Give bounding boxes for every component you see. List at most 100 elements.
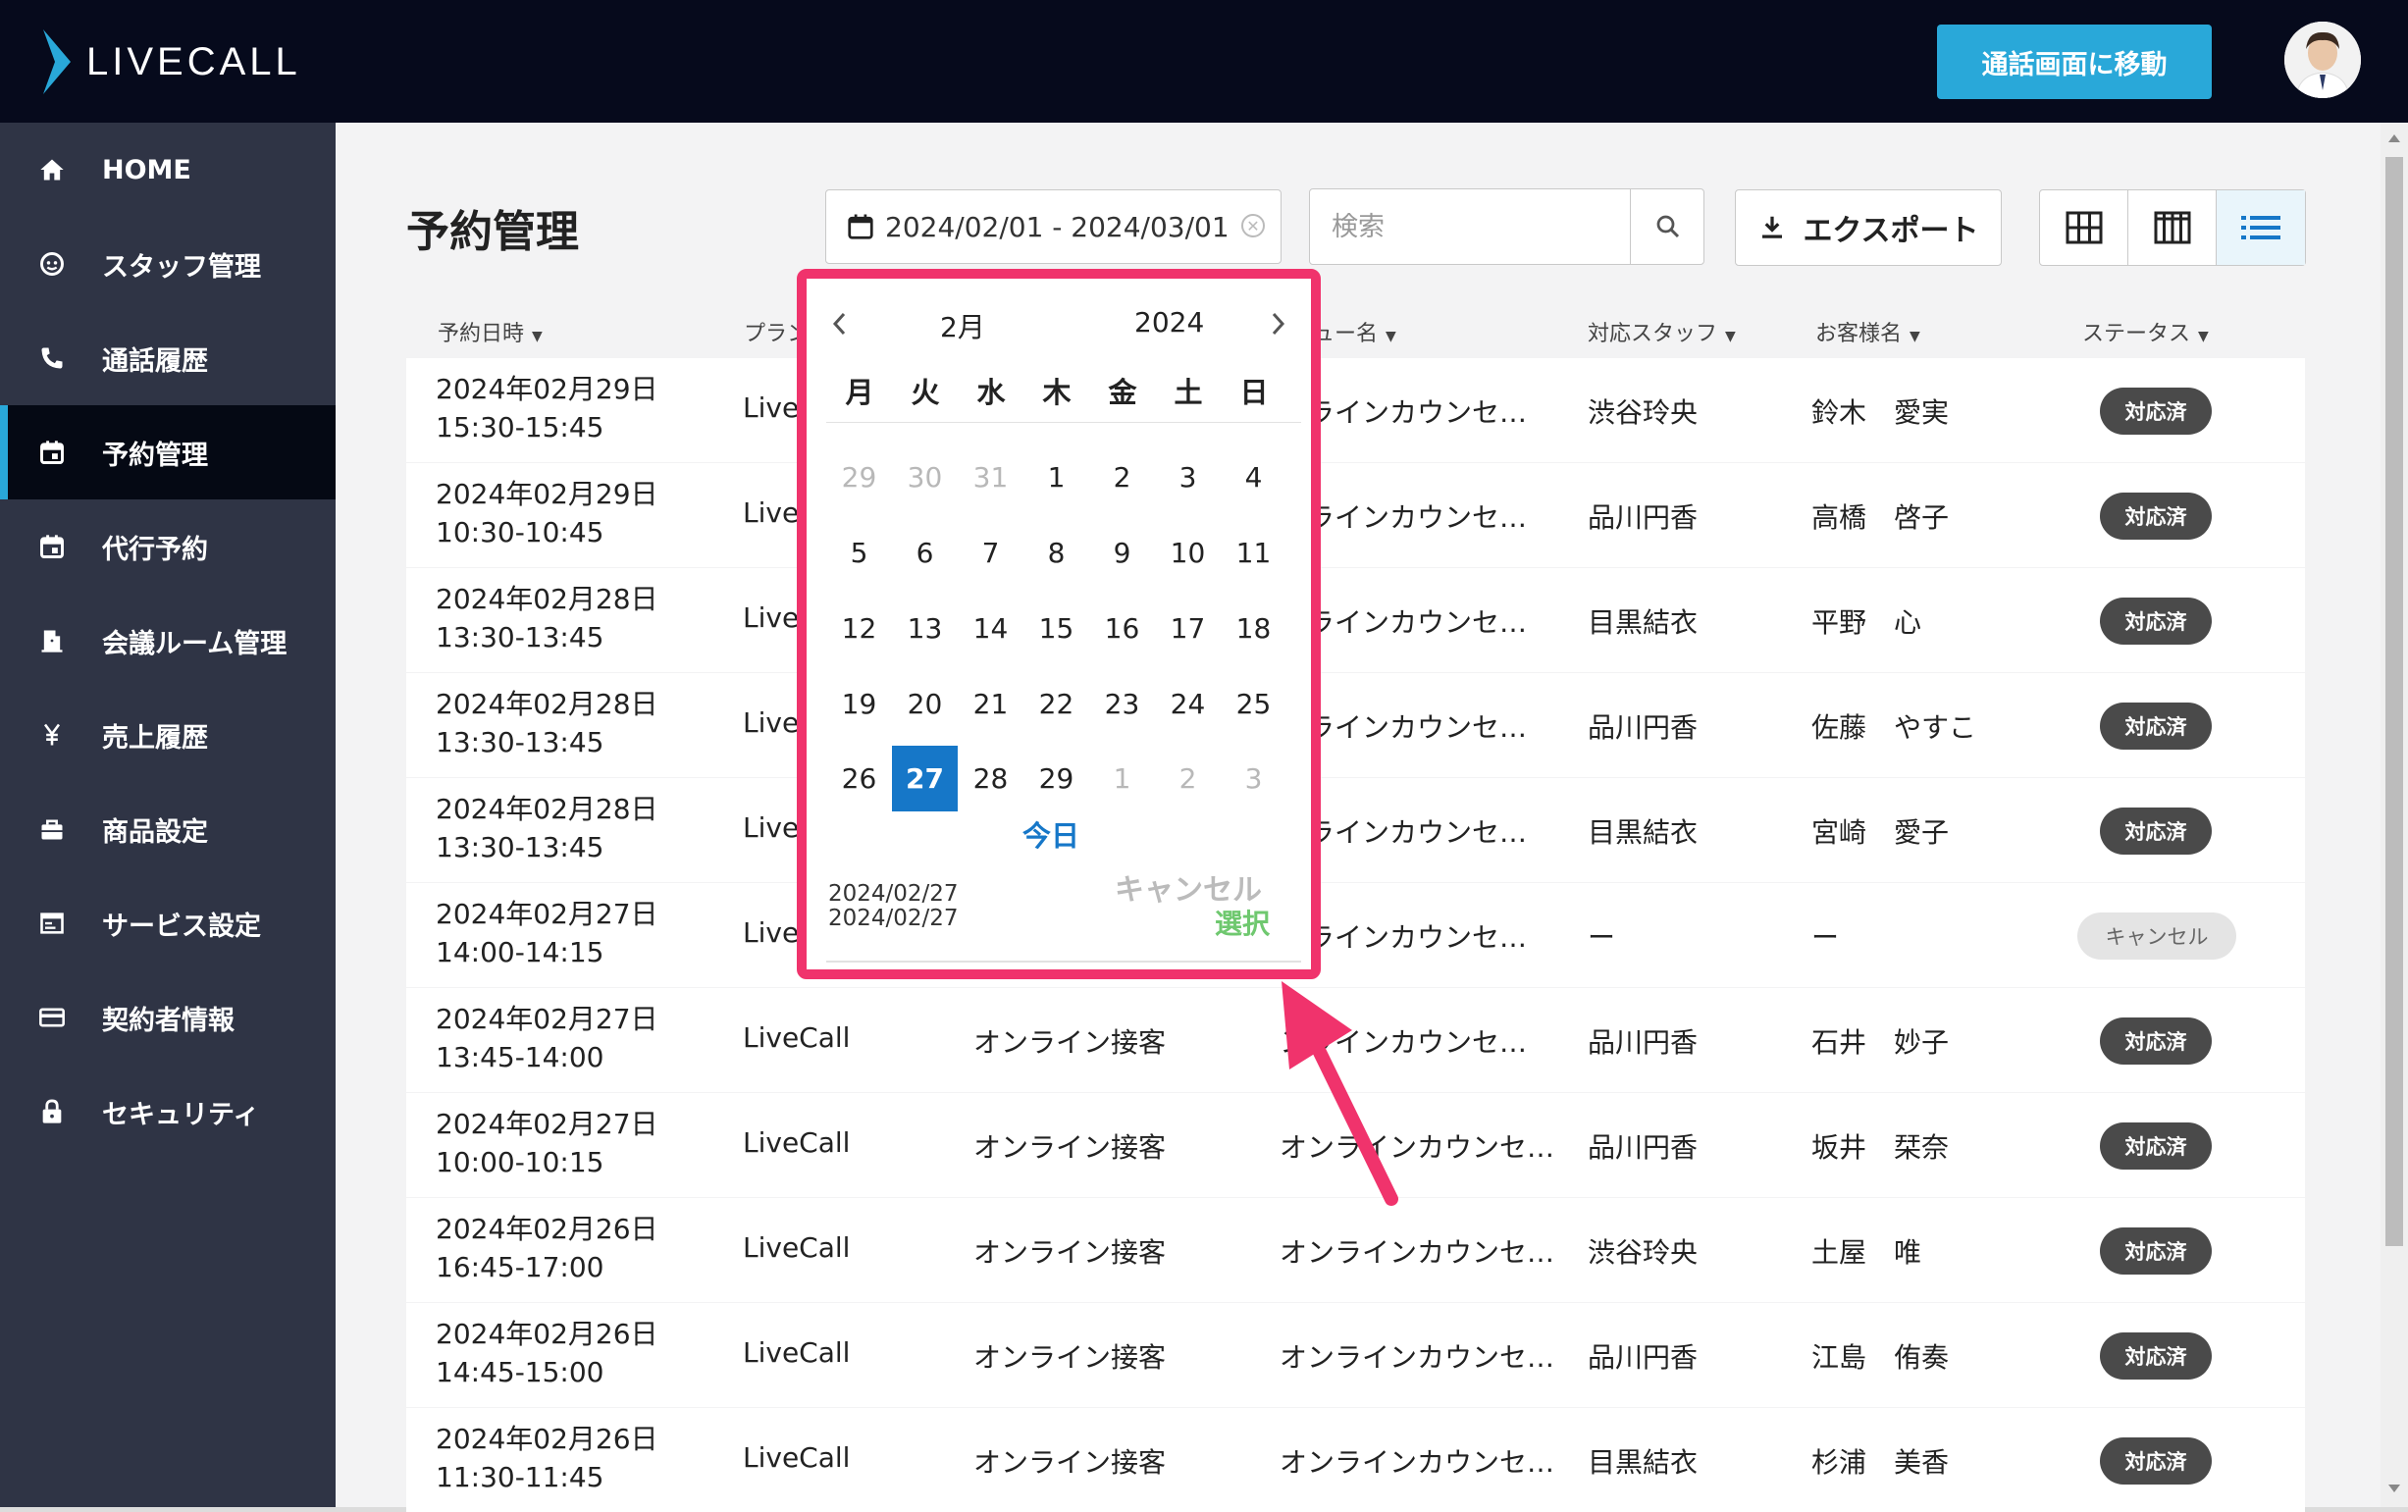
calendar-day[interactable]: 22 bbox=[1023, 671, 1089, 737]
calendar-day[interactable]: 1 bbox=[1023, 444, 1089, 510]
calendar-day[interactable]: 20 bbox=[892, 671, 958, 737]
table-row[interactable]: 2024年02月26日 16:45-17:00 LiveCall オンライン接客 オンラ… bbox=[406, 1198, 2305, 1302]
calendar-icon bbox=[35, 530, 69, 563]
sidebar-item-home[interactable]: HOME bbox=[0, 123, 336, 217]
calendar-day[interactable]: 3 bbox=[1221, 746, 1286, 811]
sidebar-item-label: 契約者情報 bbox=[102, 1005, 235, 1036]
chevron-right-icon[interactable] bbox=[1268, 310, 1287, 338]
calendar-day[interactable]: 8 bbox=[1023, 520, 1089, 586]
calendar-day[interactable]: 26 bbox=[826, 746, 892, 811]
go-to-call-button[interactable]: 通話画面に移動 bbox=[1937, 25, 2212, 99]
date-range-field[interactable]: 2024/02/01 - 2024/03/01 ✕ bbox=[825, 189, 1282, 264]
calendar-day[interactable]: 4 bbox=[1221, 444, 1286, 510]
calendar-day[interactable]: 31 bbox=[958, 444, 1023, 510]
table-row[interactable]: 2024年02月29日 15:30-15:45 Live ンラインカウンセ… 渋谷玲央鈴… bbox=[406, 358, 2305, 462]
calendar-day[interactable]: 11 bbox=[1221, 520, 1286, 586]
sort-caret-icon: ▼ bbox=[532, 329, 543, 344]
reservation-datetime: 2024年02月26日 16:45-17:00 bbox=[436, 1210, 658, 1286]
sidebar-item-call-history[interactable]: 通話履歴 bbox=[0, 311, 336, 405]
calendar-day[interactable]: 30 bbox=[892, 444, 958, 510]
calendar-day[interactable]: 28 bbox=[958, 746, 1023, 811]
list-view-button[interactable] bbox=[2217, 190, 2305, 265]
chevron-left-icon[interactable] bbox=[830, 310, 850, 338]
calendar-day[interactable]: 23 bbox=[1089, 671, 1155, 737]
logo[interactable]: LIVECALL bbox=[41, 27, 301, 96]
calendar-day[interactable]: 21 bbox=[958, 671, 1023, 737]
avatar[interactable] bbox=[2284, 22, 2361, 98]
calendar-day[interactable]: 25 bbox=[1221, 671, 1286, 737]
sidebar-item-meeting-rooms[interactable]: 会議ルーム管理 bbox=[0, 594, 336, 688]
sort-caret-icon: ▼ bbox=[1725, 329, 1736, 344]
calendar-day[interactable]: 2 bbox=[1089, 444, 1155, 510]
status-badge: 対応済 bbox=[2100, 493, 2212, 540]
calendar-day[interactable]: 13 bbox=[892, 596, 958, 661]
column-header-menu[interactable]: ュー名 ▼ bbox=[1313, 316, 1396, 347]
sidebar-item-reservations[interactable]: 予約管理 bbox=[0, 405, 336, 499]
calendar-day[interactable]: 2 bbox=[1155, 746, 1221, 811]
table-row[interactable]: 2024年02月28日 13:30-13:45 Live ンラインカウンセ… 目黒結衣宮… bbox=[406, 778, 2305, 882]
date-picker-month[interactable]: 2月 bbox=[940, 306, 985, 345]
calendar-day[interactable]: 17 bbox=[1155, 596, 1221, 661]
export-button[interactable]: エクスポート bbox=[1735, 189, 2002, 266]
calendar-day[interactable]: 9 bbox=[1089, 520, 1155, 586]
scroll-thumb[interactable] bbox=[2385, 157, 2403, 1246]
calendar-day[interactable]: 29 bbox=[826, 444, 892, 510]
column-view-button[interactable] bbox=[2128, 190, 2217, 265]
scroll-up-icon[interactable] bbox=[2388, 134, 2400, 142]
search-button[interactable] bbox=[1630, 189, 1704, 264]
sidebar-item-sales-history[interactable]: 売上履歴 bbox=[0, 688, 336, 782]
staff-cell: 品川円香 bbox=[1588, 711, 1699, 744]
calendar-day[interactable]: 3 bbox=[1155, 444, 1221, 510]
column-header-customer[interactable]: お客様名 ▼ bbox=[1815, 316, 1920, 347]
calendar-day[interactable]: 18 bbox=[1221, 596, 1286, 661]
calendar-day[interactable]: 24 bbox=[1155, 671, 1221, 737]
header-label: お客様名 bbox=[1815, 322, 1903, 346]
calendar-day[interactable]: 16 bbox=[1089, 596, 1155, 661]
table-row[interactable]: 2024年02月28日 13:30-13:45 Live ンラインカウンセ… 品川円香佐… bbox=[406, 673, 2305, 777]
plan-cell: Live bbox=[743, 811, 800, 844]
reservation-date: 2024年02月27日 bbox=[436, 898, 658, 930]
calendar-day[interactable]: 15 bbox=[1023, 596, 1089, 661]
scroll-down-icon[interactable] bbox=[2388, 1485, 2400, 1492]
sidebar-item-product-settings[interactable]: 商品設定 bbox=[0, 782, 336, 876]
reservation-datetime: 2024年02月27日 14:00-14:15 bbox=[436, 895, 658, 971]
sidebar-item-proxy-booking[interactable]: 代行予約 bbox=[0, 499, 336, 594]
calendar-day[interactable]: 29 bbox=[1023, 746, 1089, 811]
calendar-day[interactable]: 6 bbox=[892, 520, 958, 586]
calendar-day[interactable]: 7 bbox=[958, 520, 1023, 586]
reservation-time: 10:30-10:45 bbox=[436, 516, 604, 548]
clear-icon[interactable]: ✕ bbox=[1241, 214, 1265, 237]
sidebar-item-security[interactable]: セキュリティ bbox=[0, 1065, 336, 1159]
column-header-date[interactable]: 予約日時 ▼ bbox=[438, 316, 543, 347]
table-row[interactable]: 2024年02月26日 11:30-11:45 LiveCall オンライン接客 オンラ… bbox=[406, 1408, 2305, 1512]
divider bbox=[826, 961, 1301, 963]
calendar-day-selected[interactable]: 27 bbox=[892, 746, 958, 811]
vertical-scrollbar[interactable] bbox=[2381, 123, 2408, 1507]
sidebar-item-staff[interactable]: スタッフ管理 bbox=[0, 217, 336, 311]
search-input[interactable] bbox=[1310, 189, 1630, 264]
column-header-staff[interactable]: 対応スタッフ ▼ bbox=[1588, 316, 1736, 347]
column-header-status[interactable]: ステータス ▼ bbox=[2082, 316, 2209, 347]
reservation-date: 2024年02月26日 bbox=[436, 1423, 658, 1455]
sidebar-item-contract-info[interactable]: 契約者情報 bbox=[0, 970, 336, 1065]
weekday-label: 水 bbox=[976, 376, 1006, 409]
calendar-day[interactable]: 12 bbox=[826, 596, 892, 661]
table-row[interactable]: 2024年02月27日 14:00-14:15 Live ンラインカウンセ… ーーキャン… bbox=[406, 883, 2305, 987]
today-button[interactable]: 今日 bbox=[1022, 813, 1079, 855]
calendar-day[interactable]: 19 bbox=[826, 671, 892, 737]
calendar-day[interactable]: 5 bbox=[826, 520, 892, 586]
page-title: 予約管理 bbox=[406, 207, 579, 257]
sidebar-item-label: 商品設定 bbox=[102, 816, 208, 848]
menu-detail-cell: オンラインカウンセ… bbox=[1280, 1446, 1555, 1479]
table-row[interactable]: 2024年02月26日 14:45-15:00 LiveCall オンライン接客 オンラ… bbox=[406, 1303, 2305, 1407]
calendar-day[interactable]: 14 bbox=[958, 596, 1023, 661]
table-row[interactable]: 2024年02月28日 13:30-13:45 Live ンラインカウンセ… 目黒結衣平… bbox=[406, 568, 2305, 672]
table-row[interactable]: 2024年02月29日 10:30-10:45 Live ンラインカウンセ… 品川円香高… bbox=[406, 463, 2305, 567]
calendar-day[interactable]: 1 bbox=[1089, 746, 1155, 811]
phone-icon bbox=[35, 341, 69, 375]
date-picker-year[interactable]: 2024 bbox=[1134, 306, 1204, 339]
sidebar-item-service-settings[interactable]: サービス設定 bbox=[0, 876, 336, 970]
grid-view-button[interactable] bbox=[2040, 190, 2128, 265]
date-picker-select-button[interactable]: 選択 bbox=[1215, 903, 1270, 942]
calendar-day[interactable]: 10 bbox=[1155, 520, 1221, 586]
